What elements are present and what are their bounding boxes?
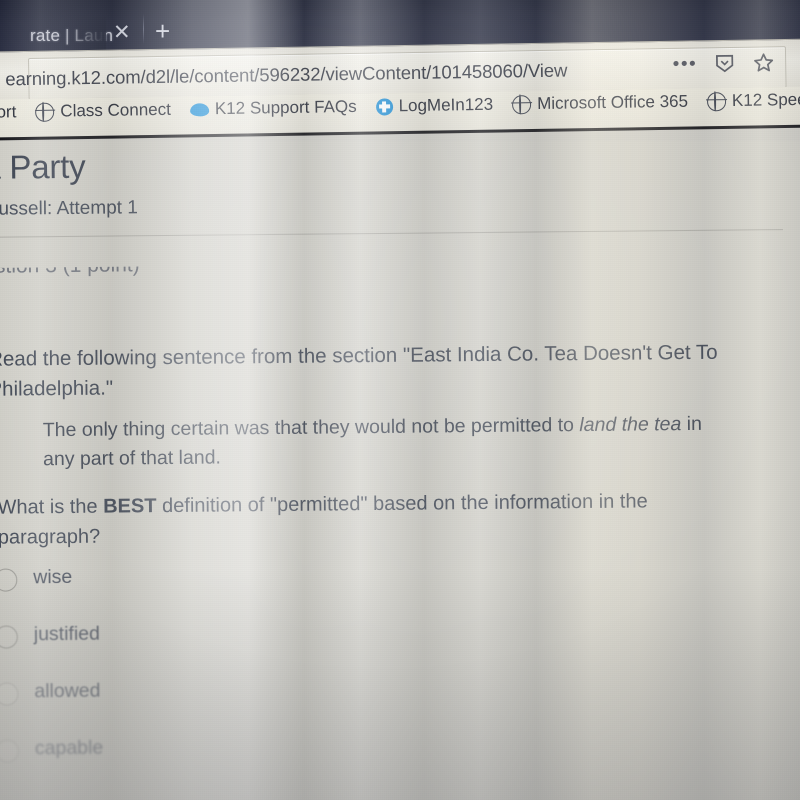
question-prompt: What is the BEST definition of "permitte…: [0, 486, 698, 553]
globe-icon: [706, 91, 727, 111]
bookmark-label: Class Connect: [60, 99, 172, 121]
bookmark-label: K12 Speed Test: [731, 89, 800, 110]
question-number: 3.: [0, 302, 1, 325]
plus-icon[interactable]: +: [155, 18, 170, 44]
answer-option-label: justified: [33, 622, 101, 646]
question-header: estion 3 (1 point): [0, 253, 140, 278]
answer-option-capable[interactable]: capable: [0, 734, 416, 795]
prompt-text-start: What is the: [0, 495, 104, 519]
tab-divider: [143, 14, 144, 44]
close-icon[interactable]: ✕: [113, 22, 131, 43]
bookmark-class-connect[interactable]: Class Connect: [35, 100, 171, 122]
quoted-passage: The only thing certain was that they wou…: [43, 410, 734, 475]
answer-option-label: capable: [34, 736, 104, 760]
page-title: a Party: [0, 147, 86, 186]
answer-options: wise justified allowed capable: [0, 563, 416, 795]
bookmark-label: LogMeIn123: [398, 94, 494, 116]
answer-option-justified[interactable]: justified: [0, 620, 415, 681]
bookmark-label: upport: [0, 102, 17, 122]
radio-button-icon[interactable]: [0, 568, 18, 592]
radio-button-icon[interactable]: [0, 682, 19, 706]
photographed-screen: rate | Laun ✕ + earning.k12.com/d2l/le/c…: [0, 0, 800, 800]
prompt-text-emphasis: BEST: [103, 495, 157, 518]
bookmark-microsoft-office-365[interactable]: Microsoft Office 365: [511, 91, 689, 115]
bookmark-support[interactable]: upport: [0, 102, 17, 123]
answer-option-label: wise: [33, 565, 73, 589]
quote-text-italic: land the tea: [579, 413, 682, 437]
more-icon[interactable]: •••: [673, 53, 698, 74]
globe-icon: [35, 102, 55, 122]
blue-plus-circle-icon: [375, 97, 393, 116]
globe-icon: [511, 94, 532, 114]
bookmark-logmein123[interactable]: LogMeIn123: [375, 95, 493, 117]
radio-button-icon[interactable]: [0, 739, 20, 763]
bookmark-k12-speed-test[interactable]: K12 Speed Test: [706, 89, 800, 111]
bookmark-k12-support-faqs[interactable]: K12 Support FAQs: [189, 96, 357, 120]
divider: [0, 229, 783, 238]
answer-option-allowed[interactable]: allowed: [0, 677, 416, 738]
blue-blob-icon: [189, 102, 209, 117]
quote-text-start: The only thing certain was that they wou…: [42, 414, 580, 442]
question-instruction: Read the following sentence from the sec…: [0, 340, 718, 401]
favorite-star-icon[interactable]: [752, 51, 775, 74]
bookmark-label: K12 Support FAQs: [214, 96, 357, 119]
page-content: a Party Russell: Attempt 1 estion 3 (1 p…: [0, 141, 800, 800]
bookmark-label: Microsoft Office 365: [536, 91, 689, 114]
browser-tab[interactable]: rate | Laun: [30, 26, 113, 46]
answer-option-wise[interactable]: wise: [0, 563, 415, 624]
radio-button-icon[interactable]: [0, 625, 18, 649]
url-text: earning.k12.com/d2l/le/content/596232/vi…: [5, 59, 568, 90]
browser-tab-label: rate | Laun: [30, 26, 114, 45]
reading-view-icon[interactable]: [713, 52, 736, 75]
answer-option-label: allowed: [34, 679, 101, 703]
attempt-subtitle: Russell: Attempt 1: [0, 197, 138, 220]
address-bar-icons: •••: [673, 51, 776, 76]
